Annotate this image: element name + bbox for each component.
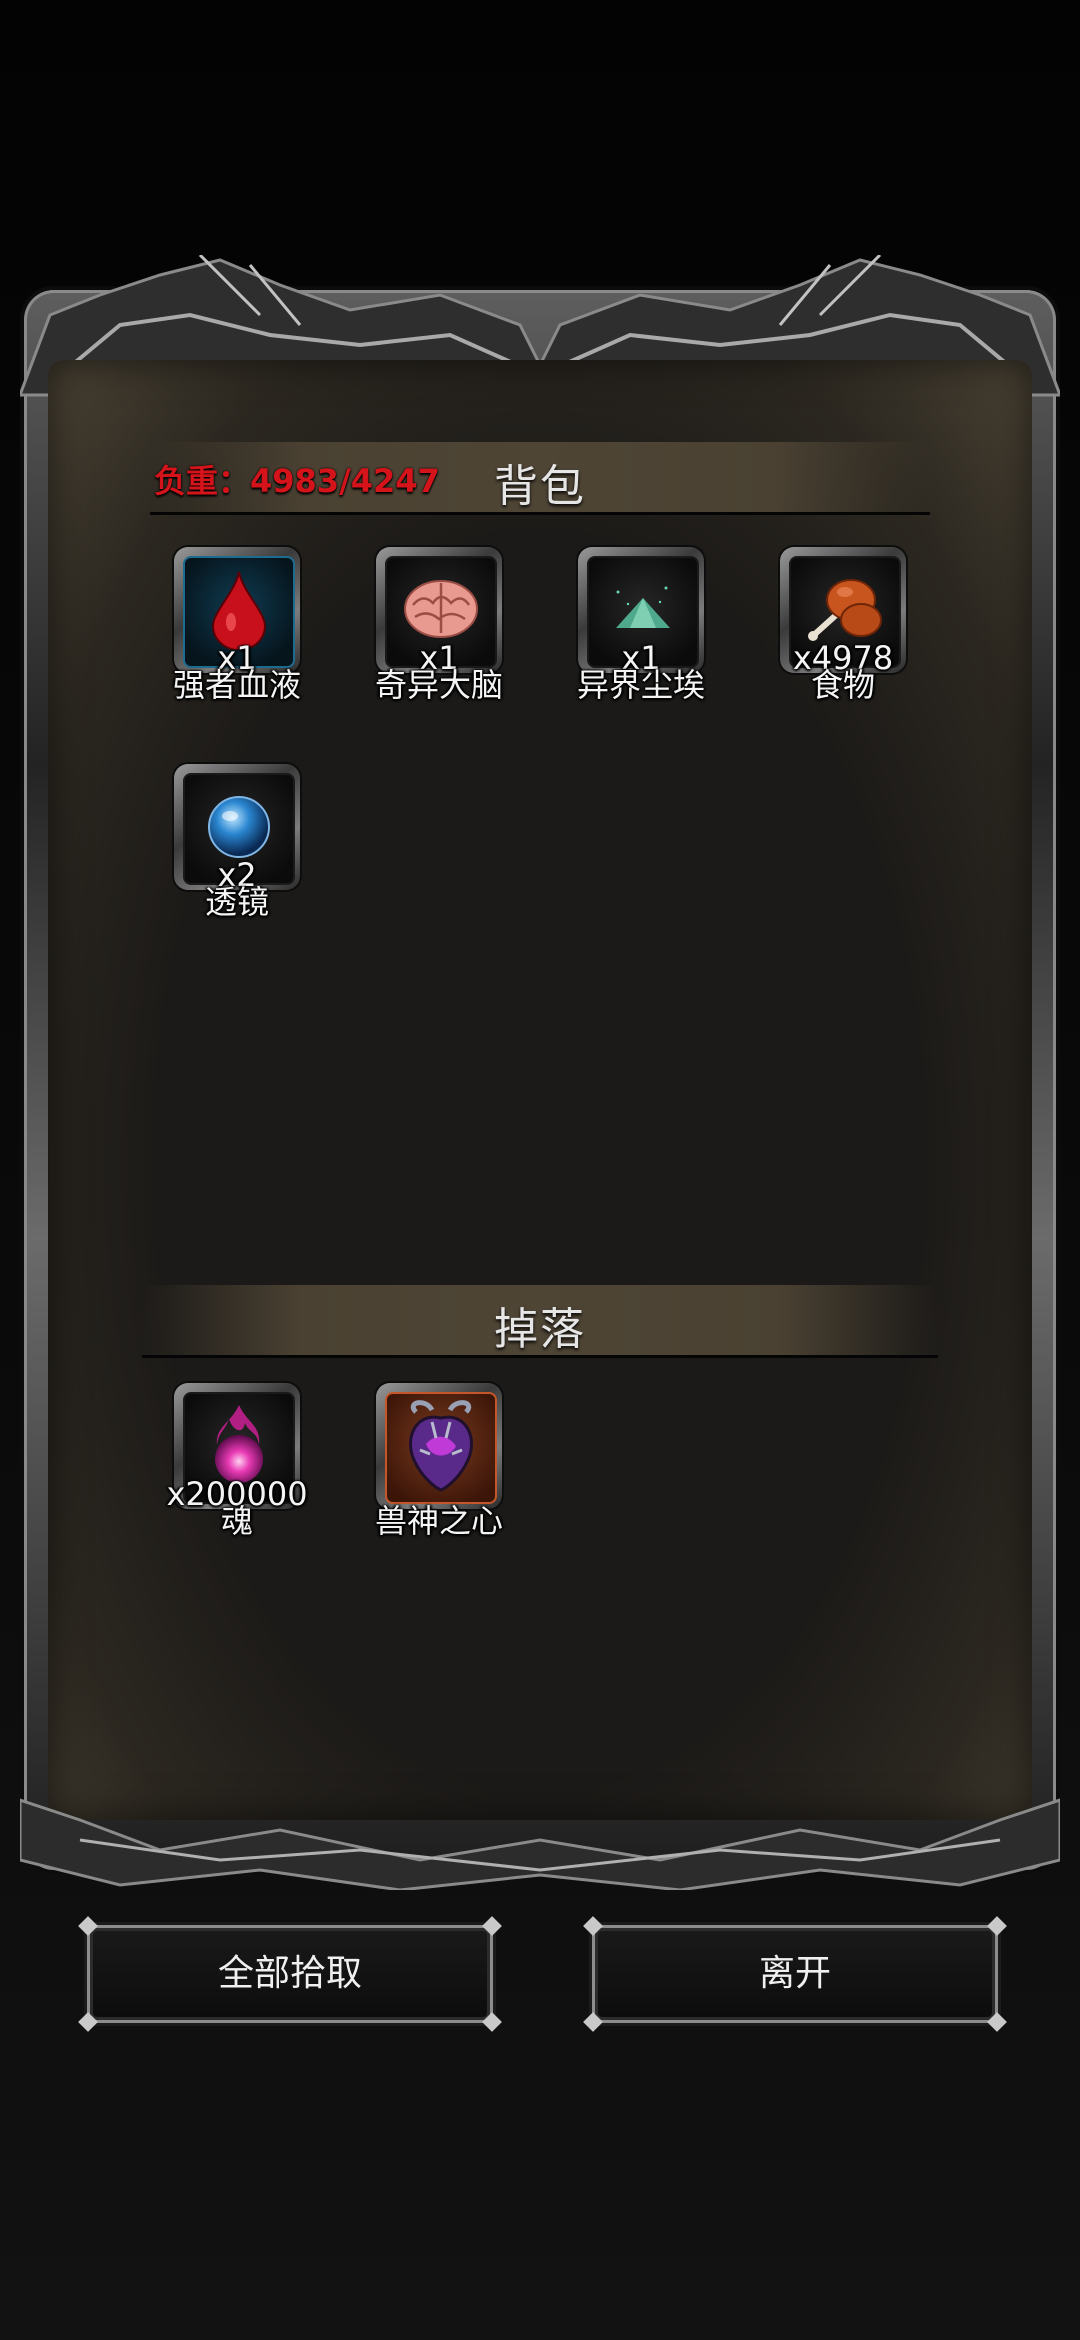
beast-heart-icon <box>408 1400 474 1492</box>
item-name: 异界尘埃 <box>576 666 705 704</box>
leave-button[interactable]: 离开 <box>583 1916 1007 2032</box>
backpack-title: 背包 <box>494 461 586 512</box>
pickup-all-label: 全部拾取 <box>217 1953 362 1994</box>
drops-header: 掉落 <box>142 1285 938 1358</box>
blood-drop-icon <box>211 571 267 650</box>
backpack-header: 负重：4983/4247 背包 <box>150 442 930 515</box>
item-slot-otherworld-dust[interactable]: x1 <box>578 547 704 677</box>
item-name: 强者血液 <box>172 666 301 704</box>
dust-pile-icon <box>616 586 670 628</box>
drumstick-icon <box>808 578 882 641</box>
item-name: 食物 <box>810 666 875 704</box>
leave-label: 离开 <box>758 1953 831 1994</box>
item-slot-lens[interactable]: x2 <box>174 764 300 894</box>
drop-name: 魂 <box>220 1502 253 1540</box>
drops-title: 掉落 <box>494 1304 586 1355</box>
item-name: 奇异大脑 <box>374 666 503 704</box>
item-slot-food[interactable]: x4978 <box>780 547 906 677</box>
drop-slot-beast-heart[interactable] <box>376 1383 502 1509</box>
item-slot-strong-blood[interactable]: x1 <box>174 547 300 677</box>
item-name: 透镜 <box>204 883 269 921</box>
drop-slot-soul[interactable]: x200000 <box>166 1383 308 1513</box>
brain-icon <box>404 579 478 638</box>
drop-name: 兽神之心 <box>374 1502 503 1540</box>
lens-orb-icon <box>208 795 270 858</box>
pickup-all-button[interactable]: 全部拾取 <box>78 1916 502 2032</box>
item-slot-strange-brain[interactable]: x1 <box>376 547 502 677</box>
